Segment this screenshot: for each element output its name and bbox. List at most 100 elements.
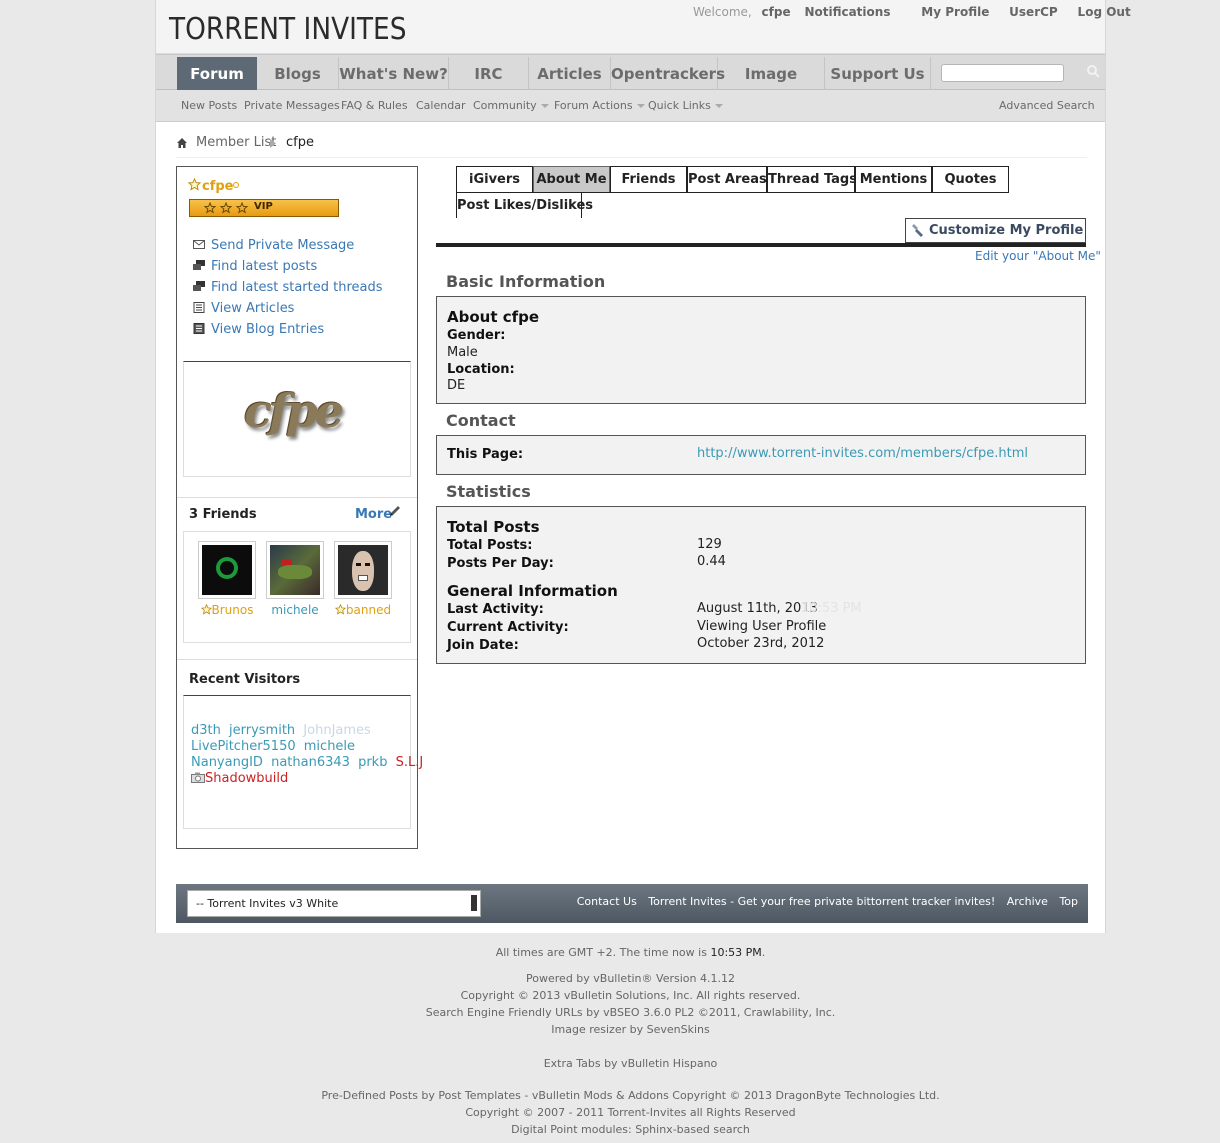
tab-image-dump[interactable]: Image Dump — [718, 57, 825, 117]
statistics-block: Total Posts Total Posts: 129 Posts Per D… — [436, 506, 1086, 664]
friend-name-label: banned — [345, 603, 392, 617]
visitor-link[interactable]: NanyangID — [191, 755, 263, 770]
visitor-link[interactable]: michele — [304, 739, 355, 754]
tab-forum[interactable]: Forum — [177, 57, 257, 91]
tab-opentrackers[interactable]: Opentrackers — [611, 57, 725, 91]
visitor-link[interactable]: Shadowbuild — [205, 771, 288, 786]
style-select[interactable]: -- Torrent Invites v3 White — [187, 890, 481, 917]
archive-link[interactable]: Archive — [1007, 895, 1048, 908]
rank-badge: VIP — [189, 199, 339, 217]
tab-blogs[interactable]: Blogs — [257, 57, 339, 91]
subnav-private-messages[interactable]: Private Messages — [244, 99, 340, 112]
tab-post-areas[interactable]: Post Areas — [687, 166, 767, 192]
visitor-link[interactable]: LivePitcher5150 — [191, 739, 296, 754]
visitor-link[interactable]: prkb — [358, 755, 387, 770]
friend-item[interactable]: banned — [334, 541, 392, 617]
home-link[interactable]: Torrent Invites - Get your free private … — [648, 895, 995, 908]
subnav-community[interactable]: Community — [473, 99, 549, 112]
contact-us-link[interactable]: Contact Us — [577, 895, 637, 908]
friends-more-link[interactable]: More — [355, 507, 392, 522]
welcome-username[interactable]: cfpe — [762, 5, 791, 19]
pencil-icon[interactable] — [388, 504, 402, 518]
advanced-search-link[interactable]: Advanced Search — [999, 99, 1095, 112]
friend-name[interactable]: michele — [266, 603, 324, 617]
search-icon[interactable] — [1086, 64, 1100, 78]
visitor-link[interactable]: JohnJames — [303, 723, 371, 738]
gender-label: Gender: — [447, 328, 506, 343]
current-activity-value: Viewing User Profile — [697, 619, 827, 634]
tab-articles[interactable]: Articles — [529, 57, 611, 91]
view-blog-entries-link[interactable]: View Blog Entries — [193, 322, 324, 337]
logout-link[interactable]: Log Out — [1078, 5, 1131, 19]
copyright-line: Copyright © 2013 vBulletin Solutions, In… — [460, 989, 801, 1002]
select-scroll-icon — [471, 895, 477, 911]
view-articles-link[interactable]: View Articles — [193, 301, 294, 316]
chevron-down-icon — [540, 104, 549, 108]
tab-friends[interactable]: Friends — [610, 166, 687, 192]
subnav-quick-links[interactable]: Quick Links — [648, 99, 723, 112]
style-select-value: -- Torrent Invites v3 White — [196, 897, 339, 910]
tab-about-me[interactable]: About Me — [533, 166, 610, 192]
visitor-link[interactable]: S.L.J — [396, 755, 424, 770]
profile-url-link[interactable]: http://www.torrent-invites.com/members/c… — [697, 446, 1028, 461]
notifications-link[interactable]: Notifications — [804, 5, 890, 19]
friend-name[interactable]: Brunos — [198, 603, 256, 617]
friend-avatar[interactable] — [266, 541, 324, 599]
visitor-link[interactable]: d3th — [191, 723, 221, 738]
friends-title: 3 Friends — [189, 507, 257, 522]
subnav-faq-rules[interactable]: FAQ & Rules — [341, 99, 408, 112]
visitor-link[interactable]: nathan6343 — [271, 755, 350, 770]
home-icon[interactable] — [176, 137, 188, 149]
total-posts-title: Total Posts — [447, 518, 540, 536]
friend-avatar[interactable] — [334, 541, 392, 599]
tab-irc[interactable]: IRC — [449, 57, 529, 91]
friend-item[interactable]: Brunos — [198, 541, 256, 617]
tab-row-divider — [456, 192, 1009, 193]
location-value: DE — [447, 378, 466, 393]
subnav-new-posts[interactable]: New Posts — [181, 99, 237, 112]
friend-avatar[interactable] — [198, 541, 256, 599]
breadcrumb-member-list[interactable]: Member List — [196, 135, 276, 150]
join-date-label: Join Date: — [447, 638, 519, 653]
current-activity-label: Current Activity: — [447, 620, 569, 635]
tab-mentions[interactable]: Mentions — [855, 166, 932, 192]
tab-quotes[interactable]: Quotes — [932, 166, 1009, 192]
subnav-calendar[interactable]: Calendar — [416, 99, 465, 112]
profile-sidebar: cfpe VIP Send Private Message Find lates… — [176, 166, 423, 849]
my-profile-link[interactable]: My Profile — [921, 5, 989, 19]
customize-profile-button[interactable]: Customize My Profile — [905, 218, 1086, 243]
top-link[interactable]: Top — [1059, 895, 1078, 908]
edit-about-me-link[interactable]: Edit your "About Me" — [975, 249, 1101, 263]
friend-name[interactable]: banned — [334, 603, 392, 617]
send-pm-link[interactable]: Send Private Message — [193, 238, 354, 253]
find-latest-threads-link[interactable]: Find latest started threads — [193, 280, 383, 295]
avatar-text: cfpe — [244, 384, 344, 438]
timezone-line: All times are GMT +2. The time now is 10… — [495, 946, 766, 959]
tab-whats-new[interactable]: What's New? — [339, 57, 449, 91]
divider — [177, 497, 417, 498]
main-navbar: Forum Blogs What's New? IRC Articles Ope… — [156, 54, 1105, 117]
basic-info-heading: Basic Information — [446, 272, 606, 291]
basic-info-block: About cfpe Gender: Male Location: DE — [436, 296, 1086, 404]
recent-visitors-title: Recent Visitors — [189, 672, 301, 687]
tab-support-us[interactable]: Support Us — [825, 57, 931, 91]
tab-igivers[interactable]: iGivers — [456, 166, 533, 192]
copyright-line: Powered by vBulletin® Version 4.1.12 — [526, 972, 735, 985]
article-icon — [193, 302, 205, 313]
last-activity-value: August 11th, 2013 — [697, 601, 818, 616]
copyright-line: Extra Tabs by vBulletin Hispano — [543, 1057, 718, 1070]
camera-icon — [191, 772, 205, 783]
friend-item[interactable]: michele — [266, 541, 324, 617]
tab-thread-tags[interactable]: Thread Tags — [767, 166, 857, 192]
usercp-link[interactable]: UserCP — [1009, 5, 1058, 19]
search-input[interactable] — [941, 64, 1064, 82]
site-logo[interactable]: TORRENT INVITES — [169, 12, 406, 47]
find-latest-posts-link[interactable]: Find latest posts — [193, 259, 317, 274]
tab-post-likes-dislikes[interactable]: Post Likes/Dislikes — [456, 192, 593, 218]
visitor-link[interactable]: jerrysmith — [229, 723, 295, 738]
sidebar-username[interactable]: cfpe — [202, 179, 233, 194]
subnav-forum-actions[interactable]: Forum Actions — [554, 99, 645, 112]
customize-profile-label: Customize My Profile — [929, 223, 1084, 238]
subnav-quick-links-label: Quick Links — [648, 99, 711, 112]
breadcrumb-current: cfpe — [286, 135, 314, 150]
